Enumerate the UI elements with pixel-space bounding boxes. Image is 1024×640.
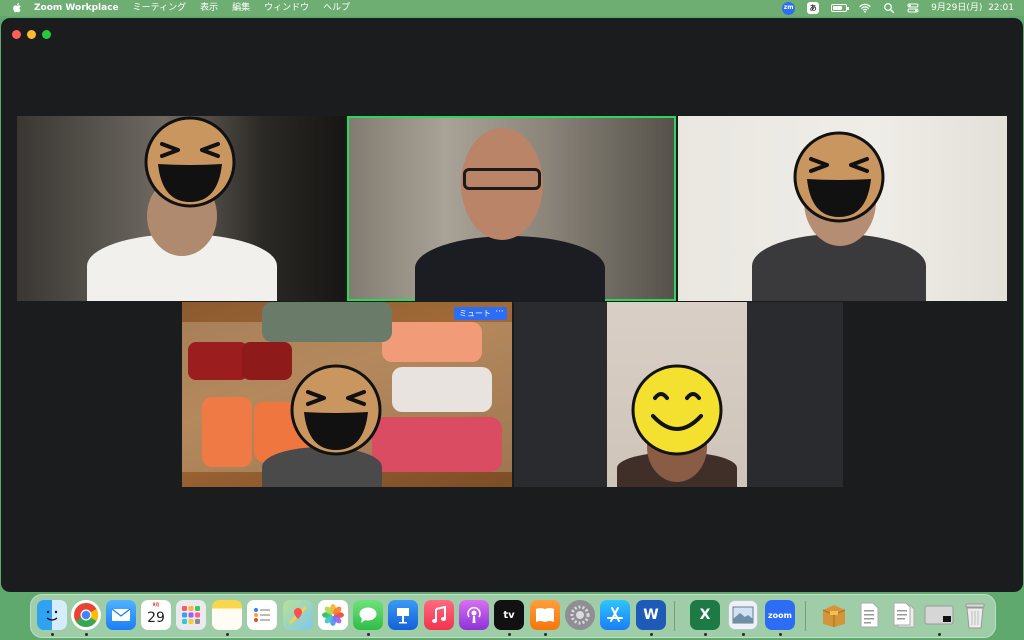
smiling-emoji-icon: [631, 364, 723, 456]
menu-clock[interactable]: 9月29日(月) 22:01: [931, 0, 1014, 16]
dock-separator: [674, 601, 675, 631]
tv-icon[interactable]: tv: [494, 600, 524, 630]
document2-icon[interactable]: [889, 600, 919, 630]
sushi-piece: [382, 322, 482, 362]
search-icon[interactable]: [883, 2, 895, 14]
sushi-piece: [372, 417, 502, 472]
calendar-day: 29: [147, 610, 165, 626]
running-indicator: [85, 633, 88, 636]
apple-icon[interactable]: [12, 2, 22, 14]
keynote-icon[interactable]: [388, 600, 418, 630]
menu-edit[interactable]: 編集: [232, 0, 250, 16]
running-indicator: [51, 633, 54, 636]
zoom-label: zoom: [768, 610, 792, 620]
menu-view[interactable]: 表示: [200, 0, 218, 16]
laughing-emoji-icon: [144, 116, 236, 208]
running-indicator: [508, 633, 511, 636]
sushi-piece: [188, 342, 248, 380]
reminders-icon[interactable]: [247, 600, 277, 630]
chrome-icon[interactable]: [71, 600, 101, 630]
launchpad-icon[interactable]: [176, 600, 206, 630]
maps-icon[interactable]: [283, 600, 313, 630]
running-indicator: [544, 633, 547, 636]
dock-separator: [805, 601, 806, 631]
laughing-emoji-icon: [290, 364, 382, 456]
sushi-piece: [392, 367, 492, 412]
running-indicator: [779, 633, 782, 636]
calendar-icon[interactable]: 9月 29: [141, 600, 171, 630]
running-indicator: [742, 633, 745, 636]
settings-icon[interactable]: [565, 600, 595, 630]
zoom-meeting-window: ミュート ···: [1, 18, 1023, 592]
sushi-piece: [242, 342, 292, 380]
close-window-button[interactable]: [12, 30, 21, 39]
word-label: W: [643, 607, 659, 623]
sushi-piece: [202, 397, 252, 467]
notes-icon[interactable]: [212, 600, 242, 630]
menu-bar: Zoom Workplace ミーティング 表示 編集 ウィンドウ ヘルプ zm…: [0, 0, 1024, 16]
video-tile-participant-2-active-speaker[interactable]: [347, 116, 676, 301]
mute-participant-button[interactable]: ミュート: [454, 307, 496, 320]
laughing-emoji-icon: [793, 131, 885, 223]
trash-icon[interactable]: [960, 600, 990, 630]
books-icon[interactable]: [530, 600, 560, 630]
messages-icon[interactable]: [353, 600, 383, 630]
input-method-icon[interactable]: あ: [807, 2, 820, 14]
tv-label: tv: [503, 609, 515, 621]
participant-glasses: [463, 168, 541, 190]
preview-icon[interactable]: [728, 600, 758, 630]
archive-icon[interactable]: [819, 600, 849, 630]
running-indicator: [226, 633, 229, 636]
sushi-piece: [262, 302, 392, 342]
fullscreen-window-button[interactable]: [42, 30, 51, 39]
participant-body: [415, 236, 605, 301]
control-center-icon[interactable]: [907, 2, 919, 14]
running-indicator: [650, 633, 653, 636]
appstore-icon[interactable]: [600, 600, 630, 630]
running-indicator: [367, 633, 370, 636]
podcasts-icon[interactable]: [459, 600, 489, 630]
music-icon[interactable]: [424, 600, 454, 630]
zoom-icon[interactable]: zoom: [765, 600, 795, 630]
photos-icon[interactable]: [318, 600, 348, 630]
battery-icon[interactable]: [831, 4, 850, 12]
document-icon[interactable]: [854, 600, 884, 630]
mail-icon[interactable]: [106, 600, 136, 630]
video-tile-participant-5[interactable]: [514, 302, 843, 487]
wifi-icon[interactable]: [859, 2, 871, 14]
word-icon[interactable]: W: [636, 600, 666, 630]
running-indicator: [704, 633, 707, 636]
excel-label: X: [699, 607, 711, 623]
menu-help[interactable]: ヘルプ: [323, 0, 350, 16]
finder-icon[interactable]: [37, 600, 67, 630]
menu-app-name[interactable]: Zoom Workplace: [34, 0, 119, 16]
running-indicator: [938, 633, 941, 636]
minimize-window-button[interactable]: [27, 30, 36, 39]
zoom-status-icon[interactable]: zm: [782, 1, 796, 15]
menu-window[interactable]: ウィンドウ: [264, 0, 309, 16]
video-tile-participant-4[interactable]: ミュート ···: [182, 302, 512, 487]
video-tile-participant-3[interactable]: [678, 116, 1007, 301]
screen-icon[interactable]: [924, 600, 954, 630]
menu-meeting[interactable]: ミーティング: [133, 0, 186, 16]
excel-icon[interactable]: X: [690, 600, 720, 630]
participant-video-area: [607, 302, 747, 487]
video-tile-participant-1[interactable]: [17, 116, 345, 301]
dock: 9月 29 tv W X zoom: [30, 594, 996, 638]
more-options-button[interactable]: ···: [492, 307, 507, 320]
